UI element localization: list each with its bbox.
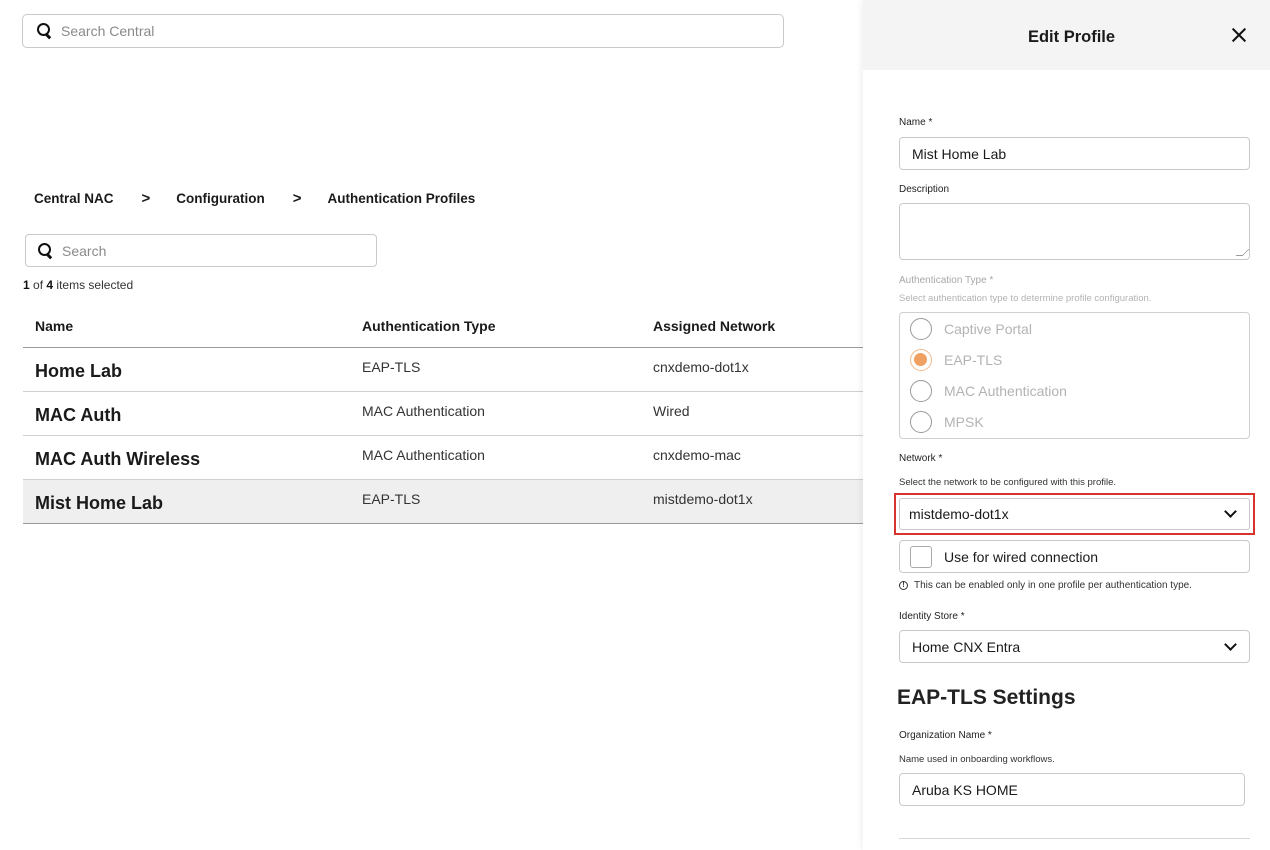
row-auth-type: EAP-TLS xyxy=(362,358,421,375)
breadcrumb: Central NAC > Configuration > Authentica… xyxy=(34,190,475,207)
search-icon xyxy=(38,242,54,259)
resize-handle-icon[interactable] xyxy=(1235,249,1250,256)
radio-selected-icon xyxy=(910,349,932,371)
breadcrumb-central-nac[interactable]: Central NAC xyxy=(34,191,114,206)
column-header-name[interactable]: Name xyxy=(23,318,351,334)
row-network: Wired xyxy=(653,402,690,419)
radio-icon xyxy=(910,411,932,433)
row-auth-type: MAC Authentication xyxy=(362,446,485,463)
radio-label: MPSK xyxy=(944,414,984,430)
table-search-placeholder: Search xyxy=(62,242,107,259)
name-field[interactable]: Mist Home Lab xyxy=(899,137,1250,170)
panel-title: Edit Profile xyxy=(1027,28,1116,46)
network-select-highlight: mistdemo-dot1x xyxy=(894,493,1255,535)
chevron-down-icon xyxy=(1224,505,1237,518)
row-name: Mist Home Lab xyxy=(35,493,164,513)
auth-type-hint: Select authentication type to determine … xyxy=(899,293,1152,304)
breadcrumb-separator-icon: > xyxy=(292,190,302,207)
global-search-placeholder: Search Central xyxy=(61,23,155,39)
total-count-value: 4 xyxy=(46,278,54,292)
auth-type-label: Authentication Type * xyxy=(899,275,994,286)
identity-store-select[interactable]: Home CNX Entra xyxy=(899,630,1250,663)
organization-name-hint: Name used in onboarding workflows. xyxy=(899,754,1055,765)
row-name: MAC Auth xyxy=(35,405,122,425)
selection-count: 1 of 4 items selected xyxy=(23,278,133,292)
row-network: mistdemo-dot1x xyxy=(653,490,753,507)
edit-profile-panel: Edit Profile Name * Mist Home Lab Descri… xyxy=(863,0,1270,850)
row-network: cnxdemo-mac xyxy=(653,446,741,463)
search-icon xyxy=(37,23,53,39)
description-label: Description xyxy=(899,184,950,195)
radio-icon xyxy=(910,318,932,340)
breadcrumb-separator-icon: > xyxy=(141,190,151,207)
eap-tls-section-title: EAP-TLS Settings xyxy=(897,686,1076,709)
name-label: Name * xyxy=(899,117,933,128)
row-auth-type: EAP-TLS xyxy=(362,490,421,507)
description-field[interactable] xyxy=(899,203,1250,260)
wired-note: ! This can be enabled only in one profil… xyxy=(899,580,1192,591)
wired-connection-label: Use for wired connection xyxy=(944,548,1099,565)
row-name: Home Lab xyxy=(35,361,123,381)
table-row[interactable]: MAC Auth Wireless MAC Authentication cnx… xyxy=(23,436,868,480)
radio-icon xyxy=(910,380,932,402)
organization-name-field[interactable]: Aruba KS HOME xyxy=(899,773,1245,806)
network-hint: Select the network to be configured with… xyxy=(899,477,1117,488)
column-header-network[interactable]: Assigned Network xyxy=(643,318,775,334)
radio-mpsk[interactable]: MPSK xyxy=(910,411,984,433)
wired-connection-checkbox[interactable] xyxy=(910,545,932,568)
breadcrumb-authentication-profiles: Authentication Profiles xyxy=(327,191,476,206)
table-row[interactable]: MAC Auth MAC Authentication Wired xyxy=(23,392,868,436)
profiles-table: Name Authentication Type Assigned Networ… xyxy=(23,304,868,524)
wired-note-text: This can be enabled only in one profile … xyxy=(914,580,1192,591)
organization-name-value: Aruba KS HOME xyxy=(912,781,1018,798)
breadcrumb-configuration[interactable]: Configuration xyxy=(176,191,264,206)
row-auth-type: MAC Authentication xyxy=(362,402,485,419)
wired-connection-option[interactable]: Use for wired connection xyxy=(899,540,1250,573)
table-row[interactable]: Home Lab EAP-TLS cnxdemo-dot1x xyxy=(23,348,868,392)
info-icon: ! xyxy=(899,581,908,590)
row-name: MAC Auth Wireless xyxy=(35,449,201,469)
selected-count-of: of xyxy=(33,278,44,292)
radio-captive-portal[interactable]: Captive Portal xyxy=(910,318,1032,340)
radio-label: Captive Portal xyxy=(944,321,1032,337)
radio-label: MAC Authentication xyxy=(944,383,1067,399)
radio-label: EAP-TLS xyxy=(944,352,1003,368)
row-network: cnxdemo-dot1x xyxy=(653,358,749,375)
network-value: mistdemo-dot1x xyxy=(909,506,1009,522)
table-header: Name Authentication Type Assigned Networ… xyxy=(23,304,868,348)
network-select[interactable]: mistdemo-dot1x xyxy=(899,498,1250,530)
selected-count-value: 1 xyxy=(23,278,30,292)
section-divider xyxy=(899,838,1250,839)
panel-header: Edit Profile xyxy=(863,0,1270,70)
identity-store-label: Identity Store * xyxy=(899,611,965,622)
radio-mac-authentication[interactable]: MAC Authentication xyxy=(910,380,1067,402)
column-header-auth-type[interactable]: Authentication Type xyxy=(351,318,643,334)
auth-type-radio-group: Captive Portal EAP-TLS MAC Authenticatio… xyxy=(899,312,1250,439)
organization-name-label: Organization Name * xyxy=(899,730,992,741)
identity-store-value: Home CNX Entra xyxy=(912,638,1021,655)
radio-eap-tls[interactable]: EAP-TLS xyxy=(910,349,1002,371)
global-search-input[interactable]: Search Central xyxy=(22,14,784,48)
table-row-selected[interactable]: Mist Home Lab EAP-TLS mistdemo-dot1x xyxy=(23,480,868,524)
table-search-input[interactable]: Search xyxy=(25,234,377,267)
chevron-down-icon xyxy=(1224,637,1237,651)
close-icon[interactable] xyxy=(1230,26,1248,44)
network-label: Network * xyxy=(899,453,943,464)
selected-count-suffix: items selected xyxy=(56,278,134,292)
name-value: Mist Home Lab xyxy=(912,145,1007,162)
